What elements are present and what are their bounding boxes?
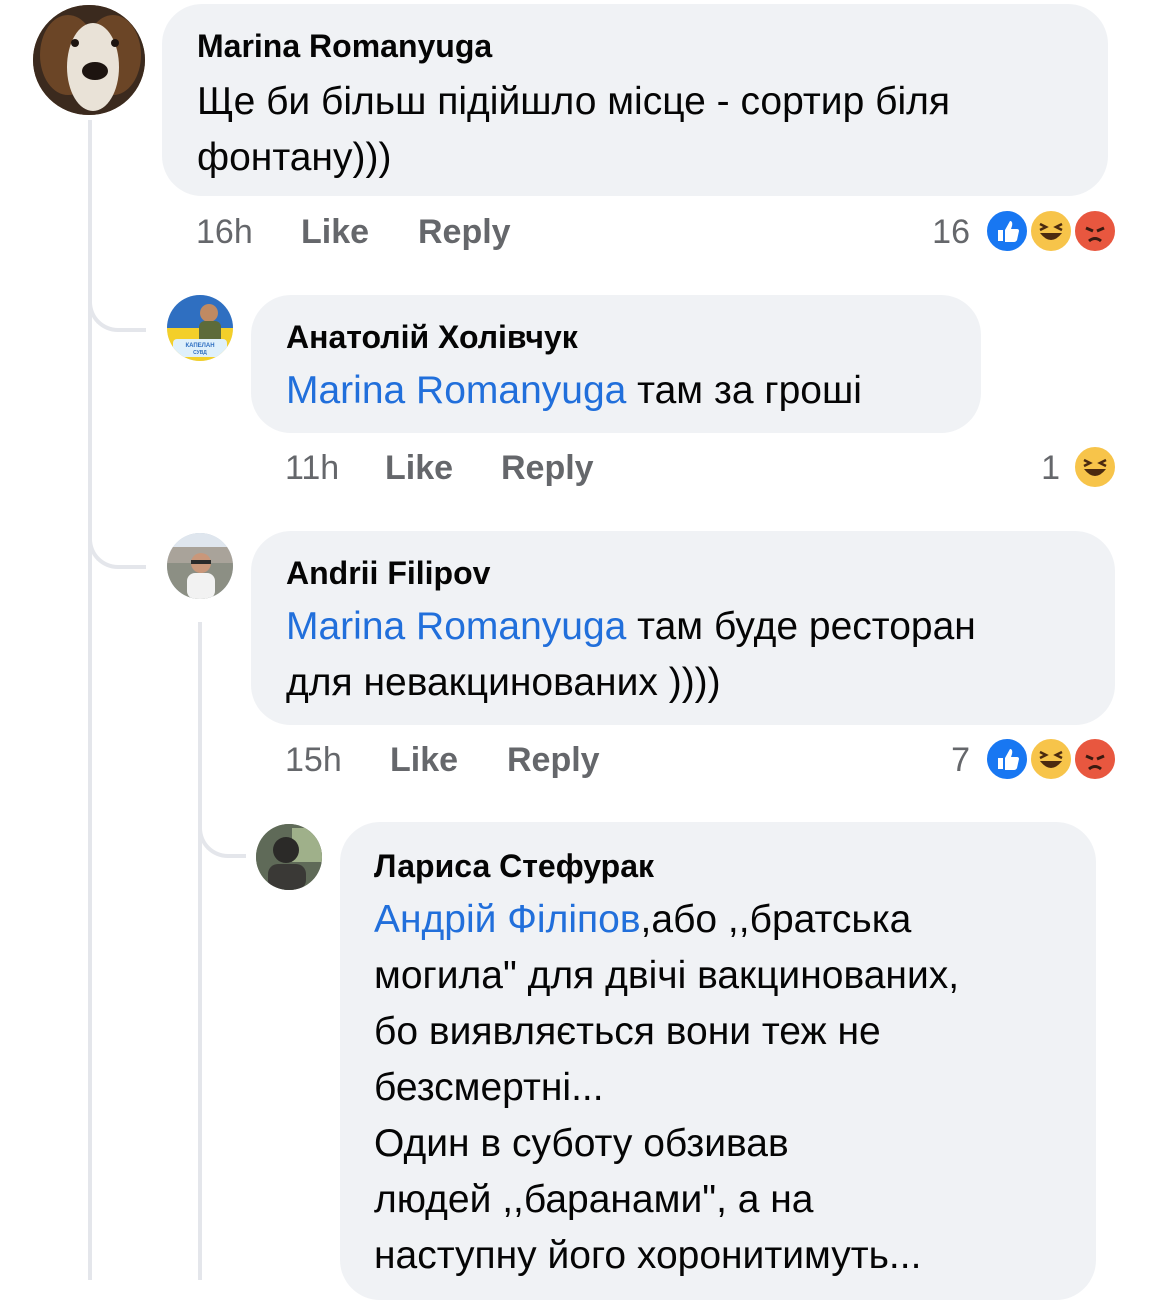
like-button[interactable]: Like <box>385 449 453 488</box>
avatar[interactable]: КАПЕЛАН СУВД <box>167 295 233 361</box>
comment-bubble: Andrii Filipov Marina Romanyuga там буде… <box>251 531 1115 725</box>
comment-text-line: могила" для двічі вакцинованих, <box>374 954 960 997</box>
mention-link[interactable]: Андрій Філіпов <box>374 898 641 941</box>
comment-bubble: Marina Romanyuga Ще би більш підійшло мі… <box>162 4 1108 196</box>
angry-icon <box>1072 736 1118 782</box>
thread-line-nested <box>198 622 202 1280</box>
comment-text: Marina Romanyuga там за гроші <box>286 363 862 419</box>
comment-author[interactable]: Лариса Стефурак <box>374 848 654 885</box>
avatar-caption: КАПЕЛАН <box>185 343 214 349</box>
comment-text-line: там за гроші <box>626 369 862 412</box>
comment-text-line: там буде ресторан <box>626 605 976 648</box>
comment-time[interactable]: 15h <box>285 741 342 780</box>
thread-connector-1 <box>88 270 146 332</box>
comment-text-line: Ще би більш підійшло місце - сортир біля <box>197 80 950 123</box>
reaction-count[interactable]: 16 <box>900 213 970 252</box>
comment-text: Marina Romanyuga там буде ресторан для н… <box>286 599 976 711</box>
angry-icon <box>1072 208 1118 254</box>
comment-text: Андрій Філіпов,або ,,братська могила" дл… <box>374 892 959 1284</box>
comment-time[interactable]: 16h <box>196 213 253 252</box>
comment-text-line: бо виявляється вони теж не <box>374 1010 881 1053</box>
comment-text-line: наступну його хоронитимуть... <box>374 1234 922 1277</box>
comment-time[interactable]: 11h <box>285 449 339 488</box>
avatar[interactable] <box>33 5 145 115</box>
reply-button[interactable]: Reply <box>418 213 511 252</box>
chaplain-avatar-image: КАПЕЛАН СУВД <box>167 295 233 361</box>
avatar-caption: СУВД <box>193 350 207 356</box>
like-button[interactable]: Like <box>301 213 369 252</box>
reaction-count[interactable]: 7 <box>900 741 970 780</box>
haha-icon <box>1028 208 1074 254</box>
comment-text-line: Один в суботу обзивав <box>374 1122 789 1165</box>
comment-text-line: для невакцинованих )))) <box>286 661 721 704</box>
mention-link[interactable]: Marina Romanyuga <box>286 369 626 412</box>
like-icon <box>984 208 1030 254</box>
comment-bubble: Анатолій Холівчук Marina Romanyuga там з… <box>251 295 981 433</box>
like-icon <box>984 736 1030 782</box>
man-avatar-image <box>167 533 233 599</box>
thread-connector-2 <box>88 505 146 569</box>
comment-author[interactable]: Andrii Filipov <box>286 555 490 592</box>
comment-text-line: людей ,,баранами", а на <box>374 1178 814 1221</box>
like-button[interactable]: Like <box>390 741 458 780</box>
comment-author[interactable]: Marina Romanyuga <box>197 28 492 65</box>
comment-bubble: Лариса Стефурак Андрій Філіпов,або ,,бра… <box>340 822 1096 1300</box>
haha-icon <box>1072 444 1118 490</box>
comment-text-line: фонтану))) <box>197 136 392 179</box>
comment-text: Ще би більш підійшло місце - сортир біля… <box>197 74 950 186</box>
dog-avatar-image <box>33 5 145 115</box>
comment-author[interactable]: Анатолій Холівчук <box>286 319 578 356</box>
avatar[interactable] <box>167 533 233 599</box>
mention-link[interactable]: Marina Romanyuga <box>286 605 626 648</box>
thread-connector-3 <box>198 790 246 858</box>
haha-icon <box>1028 736 1074 782</box>
reply-button[interactable]: Reply <box>507 741 600 780</box>
comment-text-line: безсмертні... <box>374 1066 604 1109</box>
comment-text-line: ,або ,,братська <box>640 898 912 941</box>
woman-avatar-image <box>256 824 322 890</box>
avatar[interactable] <box>256 824 322 890</box>
reply-button[interactable]: Reply <box>501 449 594 488</box>
reaction-count[interactable]: 1 <box>990 449 1060 488</box>
